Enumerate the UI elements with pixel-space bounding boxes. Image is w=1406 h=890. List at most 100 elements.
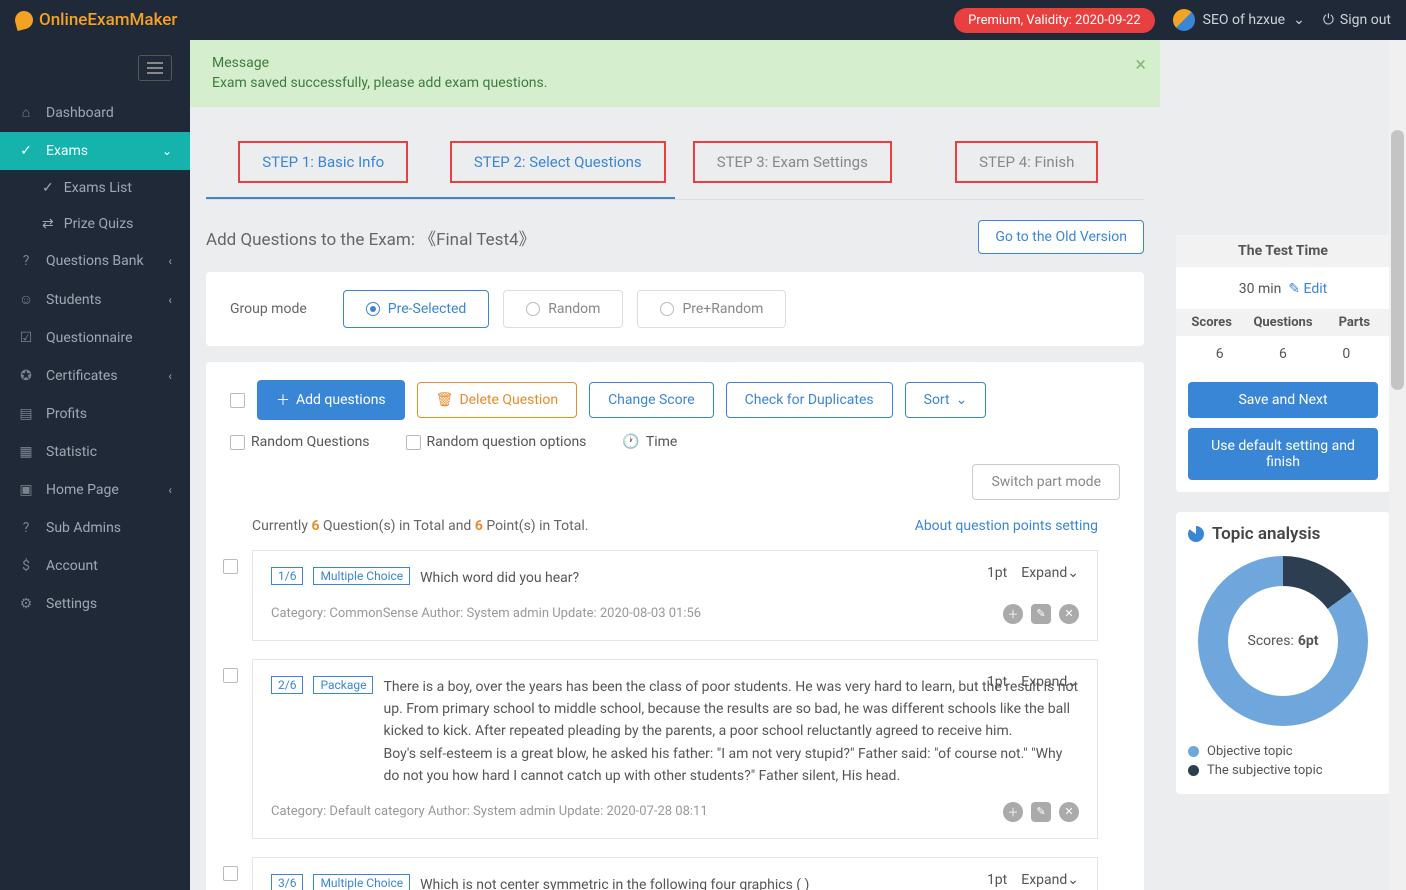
add-icon[interactable]: ＋ [1003,802,1023,822]
chart-legend: Objective topic The subjective topic [1188,744,1378,778]
delete-question-button[interactable]: 🗑Delete Question [417,382,577,418]
pie-chart-icon [1188,526,1204,542]
brand-text: OnlineExamMaker [39,10,177,30]
page-title-prefix: Add Questions to the Exam: [206,230,419,250]
random-options-option[interactable]: Random question options [406,434,587,450]
group-mode-pre-selected[interactable]: Pre-Selected [343,290,490,328]
add-icon[interactable]: ＋ [1003,604,1023,624]
close-icon[interactable]: × [1135,50,1146,78]
group-mode-pre-random[interactable]: Pre+Random [637,290,786,328]
question-meta: Category: CommonSense Author: System adm… [271,604,1079,624]
step-4[interactable]: STEP 4: Finish [910,127,1145,199]
step-label: STEP 3: Exam Settings [693,141,892,183]
question-checkbox[interactable] [223,668,238,683]
group-mode-label: Group mode [230,301,307,317]
nav-label: Certificates [46,368,118,384]
sidebar-item-exams[interactable]: ✓Exams⌄ [0,132,190,170]
summary-table-head: Scores Questions Parts [1176,309,1390,336]
sidebar-toggle[interactable] [0,40,190,93]
sidebar-item-students[interactable]: ☺ Students ‹ [0,280,190,319]
sign-out-button[interactable]: ⏻ Sign out [1323,12,1391,28]
save-next-button[interactable]: Save and Next [1188,382,1378,418]
sidebar-item-statistic[interactable]: ▦Statistic [0,433,190,471]
edit-time-button[interactable]: ✎ Edit [1288,281,1327,297]
nav-label: Students [46,292,101,308]
group-mode-random[interactable]: Random [503,290,623,328]
nav-icon: ? [18,253,34,269]
nav-icon: ⚙ [18,596,34,612]
user-menu[interactable]: SEO of hzxue ⌄ [1173,9,1305,31]
edit-icon[interactable]: ✎ [1031,604,1051,624]
delete-icon[interactable]: ✕ [1059,604,1079,624]
question-points: 1pt [987,674,1007,690]
sidebar-item-certificates[interactable]: ✪Certificates‹ [0,357,190,395]
sidebar-item-questionnaire[interactable]: ☑Questionnaire [0,319,190,357]
sort-button[interactable]: Sort ⌄ [905,382,987,418]
test-time-value: 30 min [1239,281,1282,297]
scrollbar[interactable] [1389,40,1406,890]
change-score-button[interactable]: Change Score [589,382,714,418]
exam-name: 《Final Test4》 [419,230,535,250]
expand-button[interactable]: Expand⌄ [1021,674,1079,690]
right-column: The Test Time 30 min ✎ Edit Scores Quest… [1176,40,1406,890]
chevron-down-icon: ⌄ [1067,565,1079,581]
sidebar-item-sub-admins[interactable]: ?Sub Admins [0,509,190,547]
sidebar-item-questions-bank[interactable]: ?Questions Bank‹ [0,242,190,280]
td-scores: 6 [1188,346,1251,362]
select-all-checkbox[interactable] [230,393,245,408]
expand-button[interactable]: Expand⌄ [1021,872,1079,888]
question-card: 1ptExpand⌄3/6Multiple ChoiceWhich is not… [252,857,1098,890]
nav-sub-icon: ⇄ [42,216,54,232]
sidebar-item-account[interactable]: $Account [0,547,190,585]
sidebar-item-home-page[interactable]: ▣Home Page‹ [0,471,190,509]
radio-label: Pre-Selected [388,301,467,317]
brand-logo[interactable]: OnlineExamMaker [15,10,177,30]
nav-label: Settings [46,596,97,612]
sidebar-item-profits[interactable]: ▤ Profits [0,395,190,433]
random-questions-option[interactable]: Random Questions [230,434,370,450]
nav-sub-label: Prize Quizs [64,216,134,232]
step-label: STEP 2: Select Questions [450,141,666,183]
check-duplicates-button[interactable]: Check for Duplicates [726,382,893,418]
sidebar-item-dashboard[interactable]: ⌂Dashboard [0,93,190,132]
default-finish-button[interactable]: Use default setting and finish [1188,428,1378,480]
sidebar-item-settings[interactable]: ⚙ Settings [0,585,190,623]
nav-label: Profits [46,406,87,422]
sidebar-sub-prize-quizs[interactable]: ⇄ Prize Quizs [0,206,190,242]
question-type-tag: Multiple Choice [313,874,410,890]
sign-out-label: Sign out [1340,12,1391,28]
step-1[interactable]: STEP 1: Basic Info [206,127,441,199]
sidebar-sub-exams-list[interactable]: ✓Exams List [0,170,190,206]
step-3[interactable]: STEP 3: Exam Settings [675,127,910,199]
question-checkbox[interactable] [223,559,238,574]
nav-icon: ▤ [18,406,34,422]
question-checkbox[interactable] [223,866,238,881]
group-mode-options: Pre-Selected Random Pre+Random [343,290,787,328]
question-card: 1ptExpand⌄2/6PackageThere is a boy, over… [252,659,1098,839]
chevron-icon: ‹ [168,293,172,307]
delete-icon[interactable]: ✕ [1059,802,1079,822]
nav-icon: ☺ [18,291,34,308]
add-questions-button[interactable]: ＋Add questions [257,380,405,420]
totals-text: Currently 6 Question(s) in Total and 6 P… [252,518,588,534]
scrollbar-thumb[interactable] [1391,130,1404,390]
step-tabs: STEP 1: Basic InfoSTEP 2: Select Questio… [206,127,1144,200]
avatar-icon [1173,9,1195,31]
hamburger-icon [138,55,172,81]
expand-button[interactable]: Expand⌄ [1021,565,1079,581]
step-2[interactable]: STEP 2: Select Questions [441,127,676,199]
group-mode-panel: Group mode Pre-Selected Random Pre+Random [206,272,1144,346]
questions-panel: ＋Add questions 🗑Delete Question Change S… [206,362,1144,890]
test-time-card: The Test Time 30 min ✎ Edit Scores Quest… [1176,235,1390,492]
switch-part-mode-button[interactable]: Switch part mode [972,464,1120,500]
legend-subjective: The subjective topic [1188,763,1378,778]
question-text: There is a boy, over the years has been … [383,676,1079,788]
nav-icon: ▣ [18,482,34,498]
edit-icon[interactable]: ✎ [1031,802,1051,822]
header-right: Premium, Validity: 2020-09-22 SEO of hzx… [954,8,1391,33]
points-setting-link[interactable]: About question points setting [915,518,1098,534]
time-option[interactable]: 🕐Time [622,434,677,450]
test-time-title: The Test Time [1176,235,1390,267]
chevron-icon: ⌄ [162,144,172,158]
old-version-button[interactable]: Go to the Old Version [978,220,1144,254]
